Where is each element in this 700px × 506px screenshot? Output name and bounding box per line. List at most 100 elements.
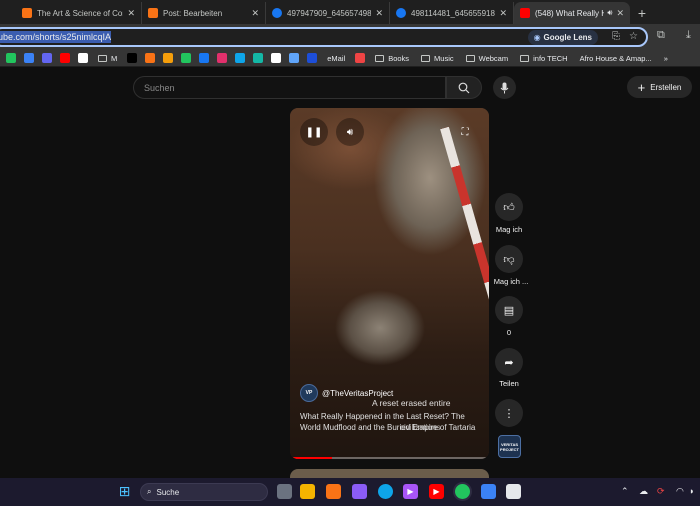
wifi-icon[interactable]: ◠ [676,486,684,497]
create-label: Erstellen [650,82,682,92]
address-bar[interactable]: ube.com/shorts/s25nimlcqIA ◉ Google Lens… [0,27,648,47]
bookmark-icon[interactable] [163,53,174,63]
bookmark-folder[interactable]: M [98,54,117,63]
youtube-icon[interactable]: ▶ [429,484,444,499]
bookmark-icon[interactable] [217,53,228,63]
bookmark-icon[interactable] [307,53,318,63]
thumbs-down-icon: 👎︎ [503,253,515,266]
search-icon: ⌕ [147,487,152,496]
bookmark-icon[interactable] [42,53,52,63]
bookmark-icon[interactable] [127,53,138,63]
tab-strip: The Art & Science of Conn ✕ Post: Bearbe… [0,0,700,24]
bookmark-icon[interactable] [181,53,192,63]
share-button[interactable]: ➦ [495,348,523,376]
bookmark-folder[interactable]: info TECH [520,53,568,63]
windows-start-icon[interactable]: ⊞ [117,483,132,499]
cloud-icon[interactable]: ☁ [639,486,648,497]
create-button[interactable]: + Erstellen [627,76,692,98]
tab-2[interactable]: Post: Bearbeiten ✕ [142,2,266,24]
pause-button[interactable]: ❚❚ [300,118,328,146]
chrome-icon[interactable] [455,484,470,499]
fullscreen-button[interactable]: ⛶ [451,118,479,146]
bookmark-star-icon[interactable]: ☆ [629,31,638,42]
more-options-button[interactable]: ⋮ [495,399,523,427]
channel-avatar[interactable]: VP [300,384,318,402]
bookmark-label: info TECH [533,53,568,63]
youtube-icon [520,8,530,18]
snipping-tool-icon[interactable] [506,484,521,499]
media-player-icon[interactable]: ▶ [403,484,418,499]
taskbar-search[interactable]: ⌕ Suche [140,483,268,501]
close-icon[interactable]: ✕ [375,8,383,19]
install-icon[interactable]: ⎘ [612,31,620,42]
extensions-icon[interactable]: ⧉ [657,29,665,42]
close-icon[interactable]: ✕ [499,8,507,19]
bookmark-label: M [111,53,118,63]
speaker-icon[interactable]: ◗ [689,486,694,496]
volume-button[interactable]: 🔊︎ [336,118,364,146]
bookmark-text[interactable]: eMail [327,54,345,63]
bookmark-icon[interactable] [235,53,246,63]
youtube-shorts-page: Suchen + Erstellen ❚❚ 🔊︎ ⛶ VP @TheVerita… [0,68,700,479]
plus-icon: + [637,79,646,95]
sync-icon[interactable]: ⟳ [657,486,665,497]
chevron-up-icon[interactable]: ⌃ [621,486,629,497]
shorts-video-player[interactable]: ❚❚ 🔊︎ ⛶ VP @TheVeritasProject A reset er… [290,108,489,459]
tab-title: 498114481_64565591847 [411,8,496,18]
store-icon[interactable] [326,484,341,499]
file-explorer-icon[interactable] [300,484,315,499]
task-view-icon[interactable] [277,484,292,499]
bookmark-icon[interactable] [253,53,264,63]
search-icon [458,82,470,93]
microphone-icon [500,82,509,93]
dislike-button[interactable]: 👎︎ [495,245,523,273]
like-button[interactable]: 👍︎ [495,193,523,221]
blogger-icon [148,8,158,18]
more-bookmarks-icon[interactable]: » [664,54,668,63]
search-button[interactable] [446,76,482,99]
speaker-icon[interactable]: 🔊︎ [607,8,612,18]
search-input[interactable]: Suchen [133,76,446,99]
bookmark-folder[interactable]: Webcam [465,54,508,63]
bookmark-folder[interactable]: Books [375,54,409,63]
more-vertical-icon: ⋮ [503,407,515,420]
download-icon[interactable]: ⤓ [686,29,691,42]
voice-search-button[interactable] [493,76,516,99]
tab-4[interactable]: 498114481_64565591847 ✕ [390,2,514,24]
folder-icon [520,54,530,62]
copilot-icon[interactable] [352,484,367,499]
bookmark-icon[interactable] [24,53,34,63]
bookmark-icon[interactable] [78,53,88,63]
video-title[interactable]: What Really Happened in the Last Reset? … [300,411,480,433]
tab-1[interactable]: The Art & Science of Conn ✕ [0,2,142,24]
folder-icon [98,54,107,62]
bookmark-icon[interactable] [60,53,70,63]
bookmark-icon[interactable] [289,53,300,63]
share-icon: ➦ [504,356,514,369]
tab-title: (548) What Really Happ [535,8,605,18]
bookmarks-bar: MeMail Books Music Webcam info TECH Afro Hous… [0,50,700,67]
edge-icon[interactable] [378,484,393,499]
comments-button[interactable]: ▤ [495,296,523,324]
new-tab-button[interactable]: + [630,2,654,24]
google-lens-button[interactable]: ◉ Google Lens [527,30,598,45]
bookmark-icon[interactable] [355,53,366,63]
bookmark-icon[interactable] [199,53,210,63]
channel-badge[interactable]: VERITAS PROJECT [498,435,521,458]
bookmark-icon[interactable] [145,53,156,63]
video-progress-bar[interactable] [290,457,489,459]
bookmark-icon[interactable] [271,53,282,63]
url-text[interactable]: ube.com/shorts/s25nimlcqIA [0,31,112,43]
taskbar-search-label: Suche [156,487,180,497]
tab-3[interactable]: 497947909_645657498471 ✕ [266,2,390,24]
tab-5-active[interactable]: (548) What Really Happ 🔊︎ ✕ [514,2,630,24]
facebook-icon [396,8,406,18]
close-icon[interactable]: ✕ [616,8,624,19]
bookmark-icon[interactable] [6,53,16,63]
close-icon[interactable]: ✕ [251,8,259,19]
bookmark-folder[interactable]: Music [421,54,454,63]
channel-name[interactable]: @TheVeritasProject [322,389,393,398]
close-icon[interactable]: ✕ [127,8,135,19]
bookmark-text[interactable]: Afro House & Amap... [580,54,652,63]
photos-icon[interactable] [481,484,496,499]
